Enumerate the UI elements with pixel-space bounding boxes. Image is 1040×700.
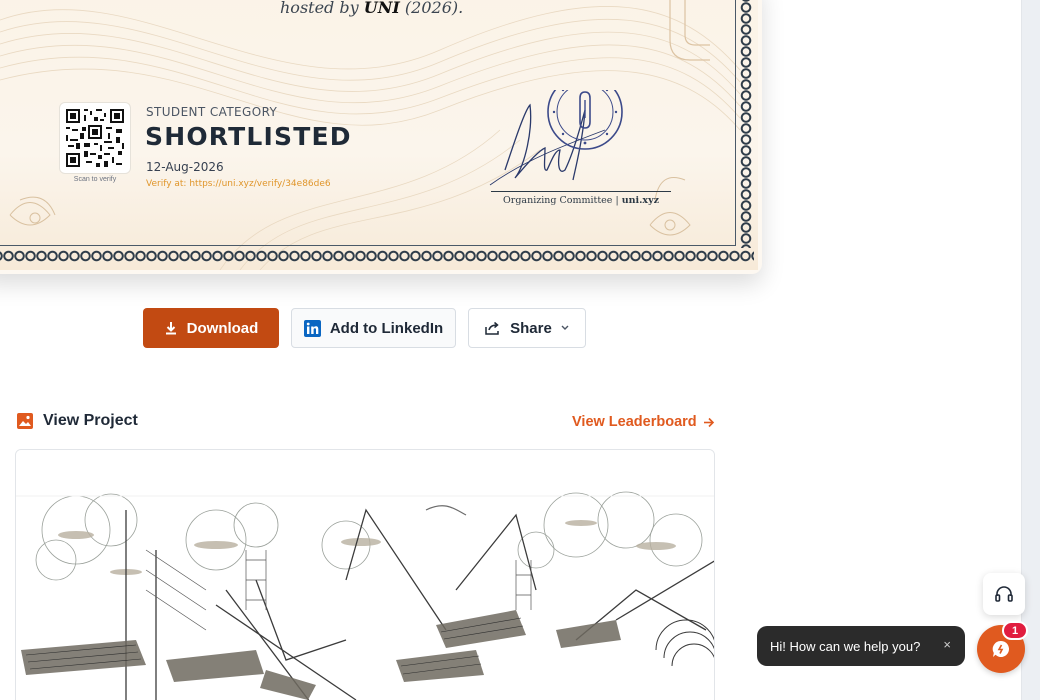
committee-line: Organizing Committee | uni.xyz — [491, 195, 671, 206]
chat-prompt: Hi! How can we help you? — [770, 638, 921, 654]
host-name: UNI — [363, 0, 400, 17]
view-leaderboard-link[interactable]: View Leaderboard — [572, 414, 715, 430]
notification-badge: 1 — [1002, 621, 1028, 640]
hosted-by-line: hosted by UNI (2026). — [280, 0, 463, 18]
download-button[interactable]: Download — [143, 308, 279, 348]
leaderboard-label: View Leaderboard — [572, 414, 697, 430]
year-text: (2026). — [404, 0, 464, 17]
chat-icon — [991, 639, 1011, 659]
linkedin-icon — [303, 319, 321, 337]
certificate-status: SHORTLISTED — [145, 122, 352, 151]
project-header: View Project — [16, 412, 138, 430]
qr-code-icon — [64, 107, 126, 169]
qr-code[interactable] — [60, 103, 130, 173]
share-icon — [485, 321, 501, 335]
border-chain-bottom — [0, 248, 754, 264]
committee-text: Organizing Committee — [503, 195, 613, 206]
hosted-label: hosted by — [280, 0, 359, 17]
verify-link[interactable]: Verify at: https://uni.xyz/verify/34e86d… — [146, 179, 331, 189]
add-to-linkedin-button[interactable]: Add to LinkedIn — [291, 308, 456, 348]
share-label: Share — [510, 319, 552, 337]
arrow-right-icon — [703, 417, 715, 428]
download-icon — [164, 321, 178, 335]
image-icon — [16, 412, 34, 430]
support-button[interactable] — [983, 573, 1025, 615]
chevron-down-icon — [561, 325, 569, 331]
qr-caption: Scan to verify — [73, 176, 117, 183]
border-chain-right — [738, 0, 754, 248]
signature-seal — [489, 90, 623, 186]
close-icon[interactable]: × — [943, 637, 951, 652]
committee-site: uni.xyz — [621, 195, 659, 206]
linkedin-label: Add to LinkedIn — [329, 319, 444, 337]
category-label: STUDENT CATEGORY — [146, 105, 278, 119]
committee-divider: | — [615, 195, 619, 206]
signature-line — [491, 191, 671, 192]
download-label: Download — [186, 319, 259, 337]
certificate: hosted by UNI (2026). Scan to verify STU… — [0, 0, 758, 270]
project-title[interactable]: View Project — [43, 412, 138, 430]
project-image — [16, 450, 714, 700]
chat-greeting-bubble[interactable]: Hi! How can we help you? × — [757, 626, 965, 666]
certificate-date: 12-Aug-2026 — [146, 160, 224, 174]
project-image-card[interactable] — [15, 449, 715, 700]
headset-icon — [994, 585, 1014, 603]
share-button[interactable]: Share — [468, 308, 586, 348]
